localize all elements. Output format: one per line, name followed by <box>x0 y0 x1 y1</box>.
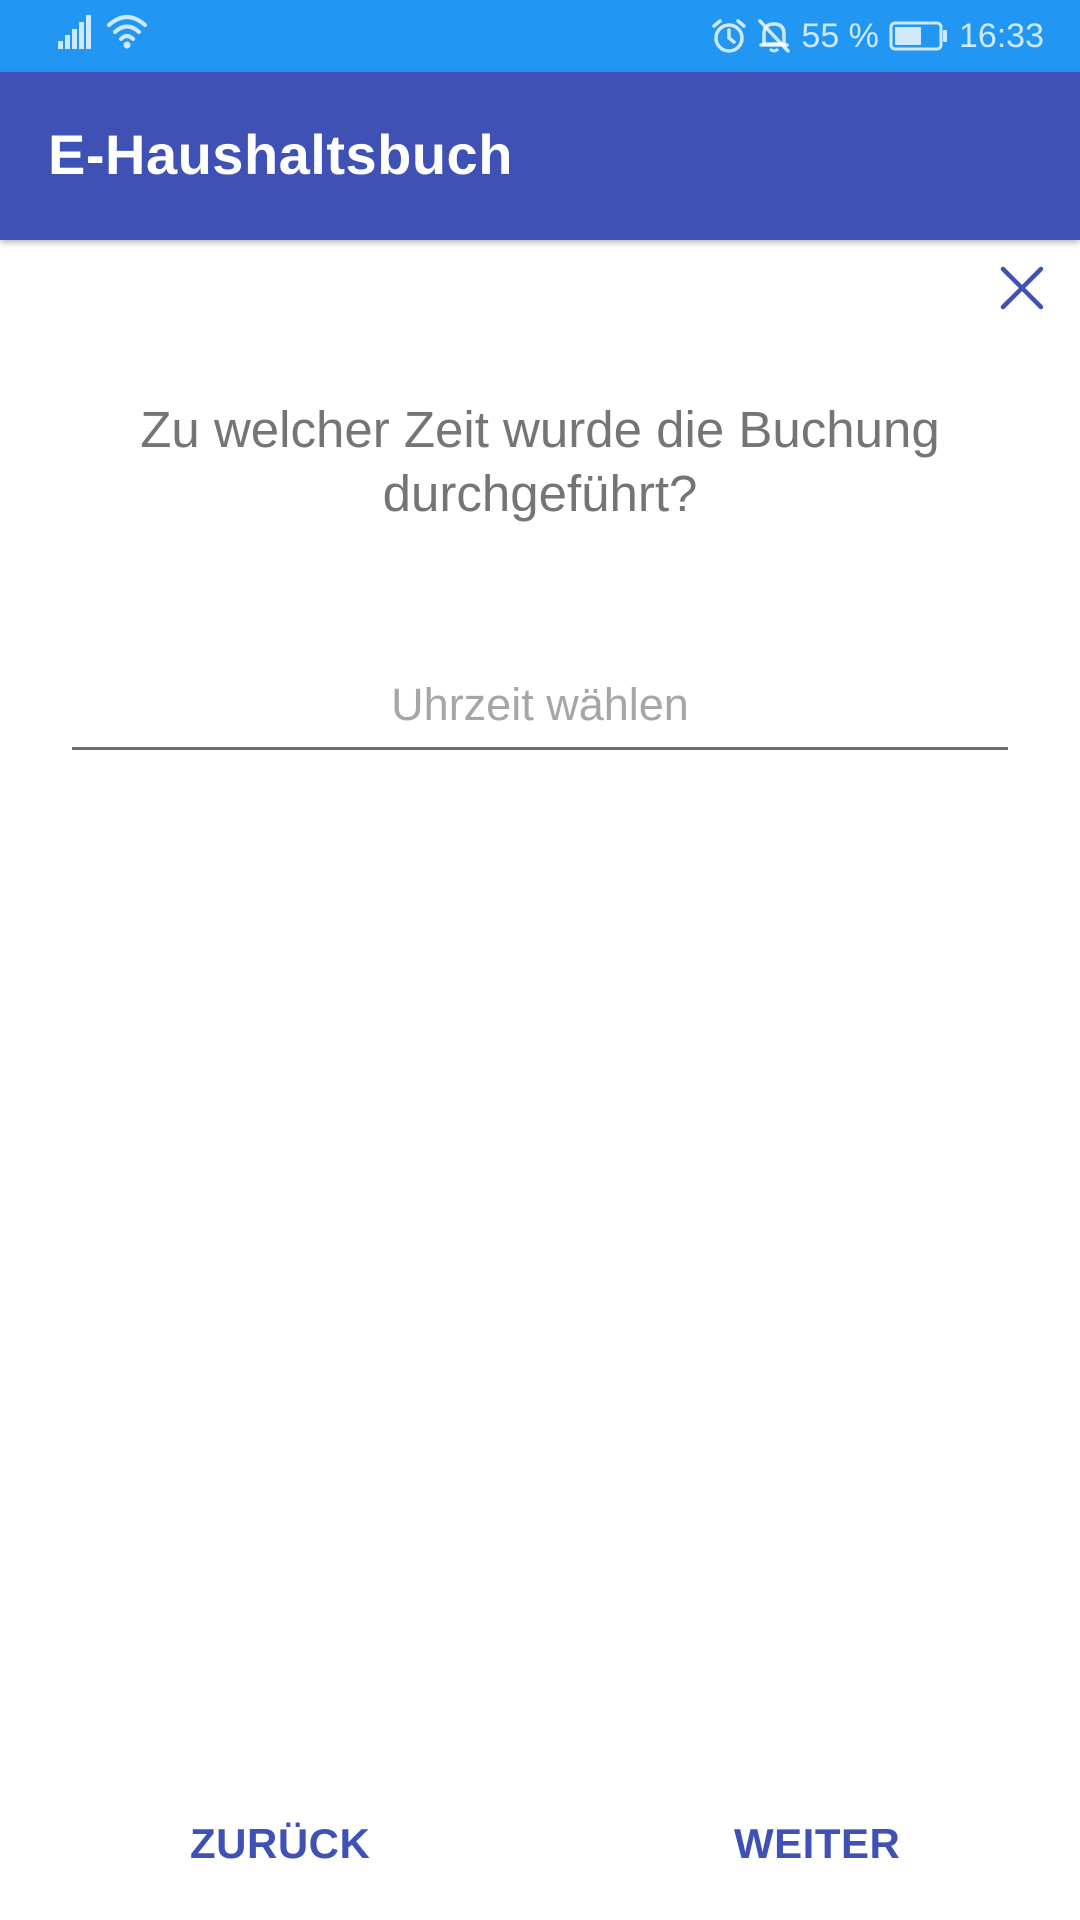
time-input[interactable] <box>72 672 1008 750</box>
app-bar: E-Haushaltsbuch <box>0 72 1080 240</box>
battery-icon <box>889 21 949 51</box>
battery-percent: 55 % <box>801 16 879 55</box>
question-text: Zu welcher Zeit wurde die Buchung durchg… <box>140 401 940 522</box>
close-icon <box>1000 266 1044 315</box>
status-right: 55 % 16:33 <box>711 14 1044 58</box>
signal-icon <box>58 15 94 54</box>
status-time: 16:33 <box>958 16 1044 55</box>
status-bar: 55 % 16:33 <box>0 0 1080 72</box>
app-title: E-Haushaltsbuch <box>48 123 513 186</box>
close-button[interactable] <box>994 262 1050 318</box>
alarm-icon <box>711 18 747 54</box>
wifi-icon <box>106 13 148 54</box>
bell-off-icon <box>757 18 791 54</box>
status-left <box>58 15 148 54</box>
back-button[interactable]: ZURÜCK <box>190 1820 370 1868</box>
next-button[interactable]: WEITER <box>734 1820 900 1868</box>
screen: 55 % 16:33 E-Haushaltsbuch Zu welcher Ze… <box>0 0 1080 1920</box>
